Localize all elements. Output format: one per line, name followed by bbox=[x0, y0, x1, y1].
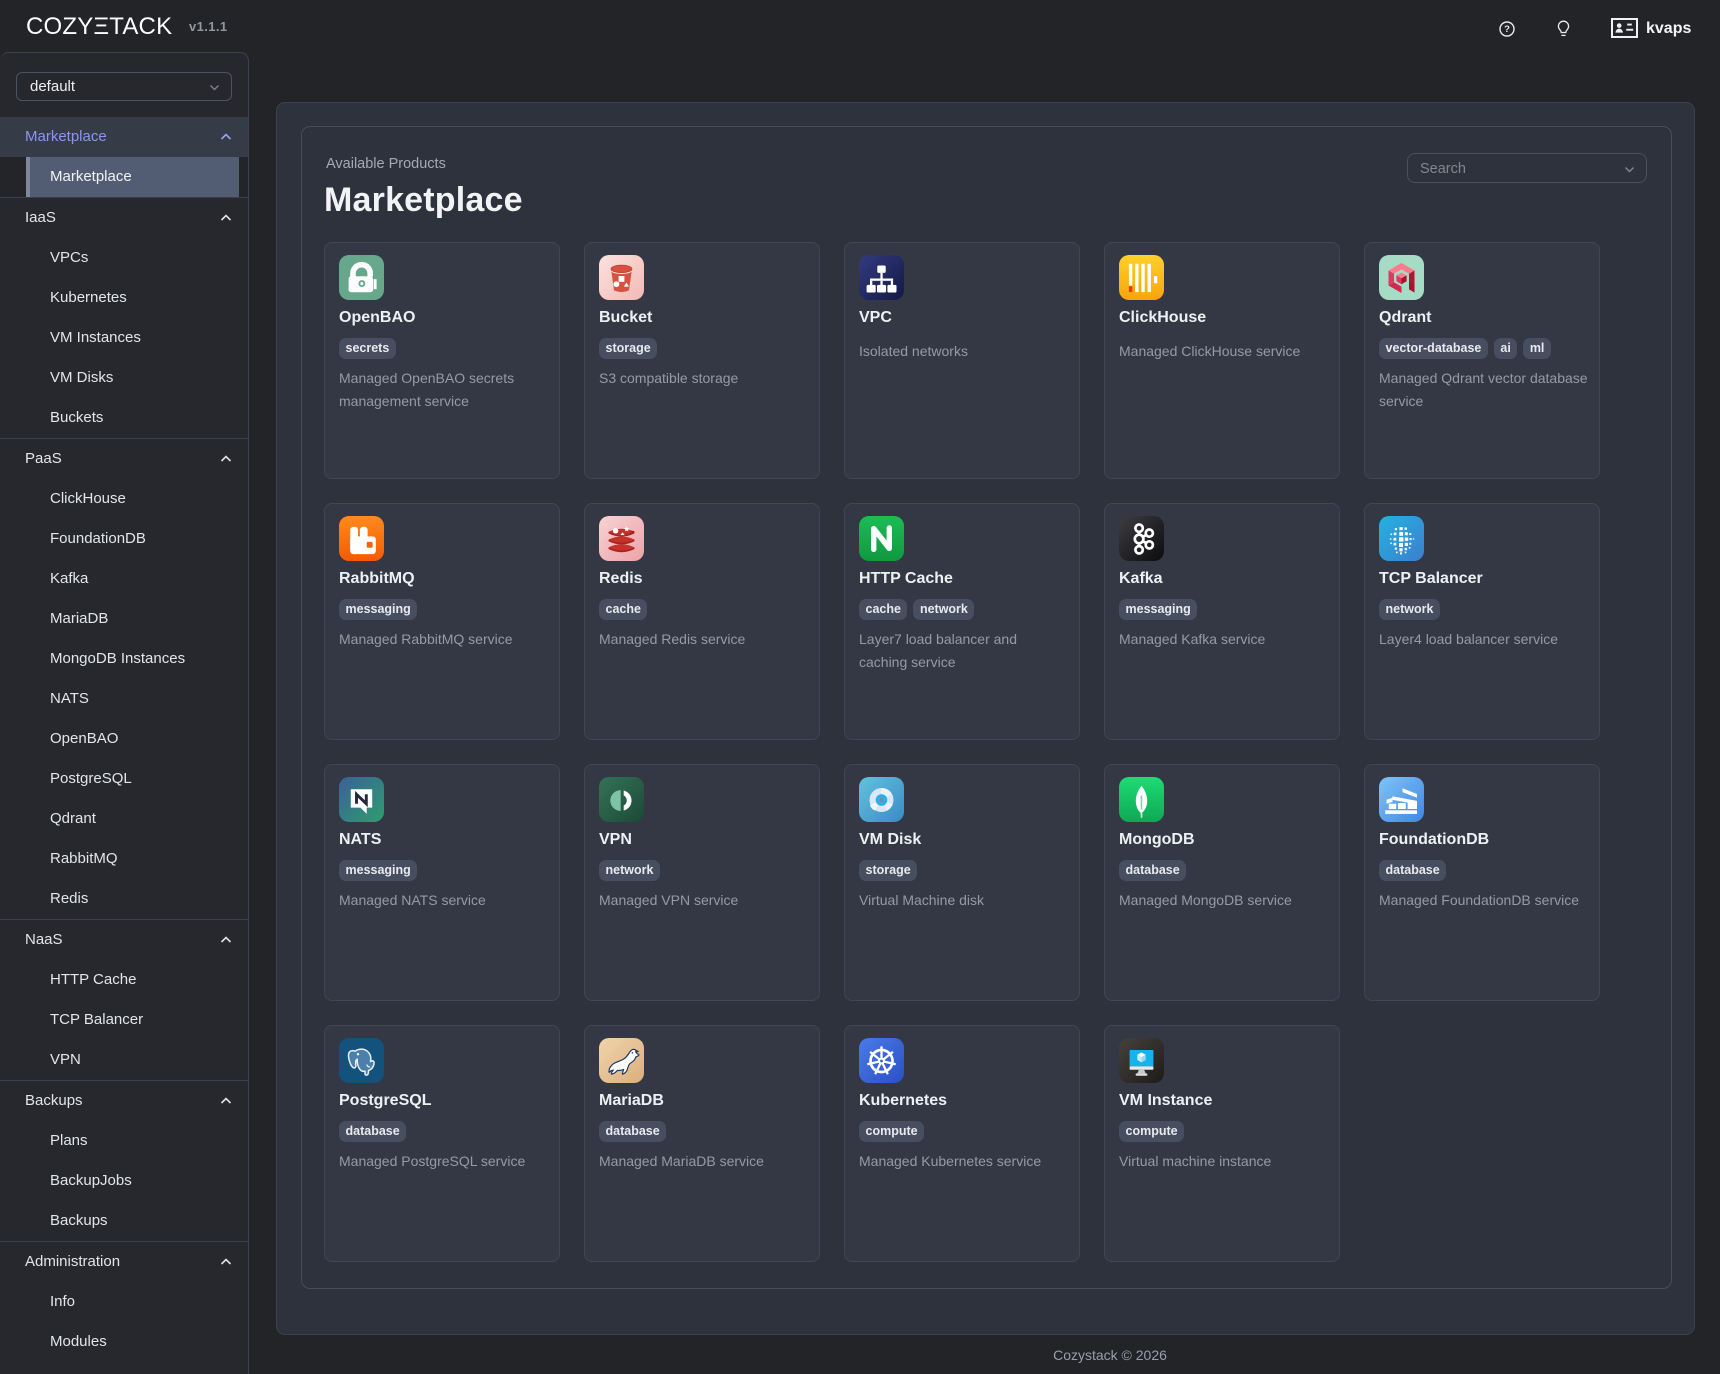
svg-text:?: ? bbox=[1504, 24, 1510, 35]
